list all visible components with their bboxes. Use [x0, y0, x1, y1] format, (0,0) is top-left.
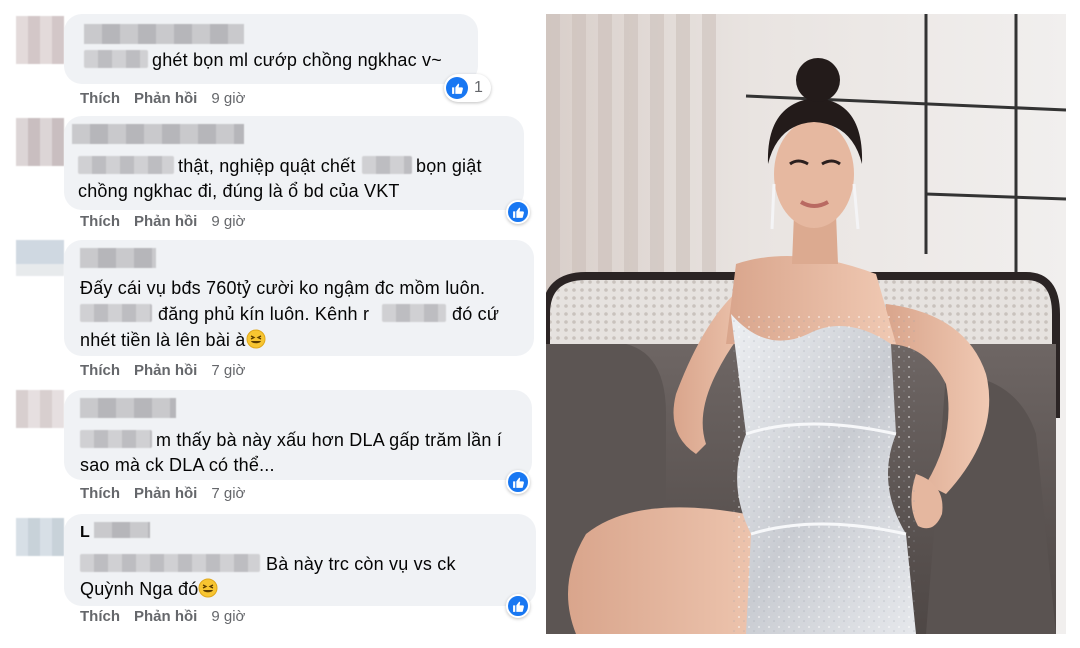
avatar[interactable] — [16, 240, 64, 276]
comment-text-line: sao mà ck DLA có thể... — [80, 455, 275, 475]
comment-actions: Thích Phản hồi 9 giờ — [80, 608, 245, 625]
like-link[interactable]: Thích — [80, 362, 120, 379]
author-name-blurred[interactable] — [72, 124, 244, 144]
comment-bubble: L Bà này trc còn vụ vs ck Quỳnh Nga đó — [64, 514, 536, 606]
reply-link[interactable]: Phản hồi — [134, 608, 197, 625]
comment-actions: Thích Phản hồi 7 giờ — [80, 362, 245, 379]
comment-text-line: thật, nghiệp quật chết — [178, 156, 356, 176]
author-name-blurred[interactable] — [80, 248, 156, 268]
redacted-text — [382, 304, 446, 322]
photo-woman-silver-gown — [546, 14, 1066, 634]
comment-actions: Thích Phản hồi 9 giờ — [80, 90, 245, 107]
redacted-text — [80, 430, 152, 448]
comment-text-line: Bà này trc còn vụ vs ck — [266, 554, 456, 574]
thumbs-up-icon[interactable] — [506, 200, 530, 224]
comment-5: L Bà này trc còn vụ vs ck Quỳnh Nga đó T… — [0, 508, 538, 648]
author-name-partial[interactable]: L — [80, 520, 90, 545]
timestamp[interactable]: 9 giờ — [211, 608, 245, 625]
reply-link[interactable]: Phản hồi — [134, 213, 197, 230]
comment-text-line: Đấy cái vụ bđs 760tỷ cười ko ngậm đc mồm… — [80, 278, 486, 298]
redacted-text — [84, 50, 148, 68]
redacted-text — [80, 304, 152, 322]
comment-text-line: m thấy bà này xấu hơn DLA gấp trăm lần í — [156, 430, 502, 450]
comment-3: Đấy cái vụ bđs 760tỷ cười ko ngậm đc mồm… — [0, 234, 538, 386]
comment-1: ghét bọn ml cướp chồng ngkhac v~ 1 Thích… — [0, 0, 538, 120]
comment-text-line: bọn giật — [416, 156, 482, 176]
thumbs-up-icon — [446, 77, 468, 99]
reply-link[interactable]: Phản hồi — [134, 362, 197, 379]
avatar[interactable] — [16, 390, 64, 428]
reaction-count[interactable]: 1 — [444, 74, 491, 102]
author-name-blurred[interactable] — [94, 522, 150, 538]
comment-text-fragment: nhét tiền là lên bài à — [80, 330, 246, 350]
comment-2: thật, nghiệp quật chết bọn giật chồng ng… — [0, 112, 538, 240]
comment-bubble: thật, nghiệp quật chết bọn giật chồng ng… — [64, 116, 524, 210]
comment-text-line: đăng phủ kín luôn. Kênh r — [158, 304, 370, 324]
timestamp[interactable]: 7 giờ — [211, 485, 245, 502]
comment-text-line: đó cứ — [452, 304, 500, 324]
comment-actions: Thích Phản hồi 9 giờ — [80, 213, 245, 230]
author-name-blurred[interactable] — [84, 24, 244, 44]
reply-link[interactable]: Phản hồi — [134, 90, 197, 107]
comment-text: ghét bọn ml cướp chồng ngkhac v~ — [152, 50, 442, 70]
reply-link[interactable]: Phản hồi — [134, 485, 197, 502]
author-name-blurred[interactable] — [80, 398, 176, 418]
photo-illustration — [546, 14, 1066, 634]
avatar[interactable] — [16, 518, 64, 556]
thumbs-up-icon[interactable] — [506, 470, 530, 494]
comment-actions: Thích Phản hồi 7 giờ — [80, 485, 245, 502]
comment-bubble: ghét bọn ml cướp chồng ngkhac v~ — [64, 14, 478, 84]
comment-4: m thấy bà này xấu hơn DLA gấp trăm lần í… — [0, 384, 538, 510]
thumbs-up-icon[interactable] — [506, 594, 530, 618]
grinning-squinting-face-emoji — [246, 329, 266, 349]
timestamp[interactable]: 9 giờ — [211, 213, 245, 230]
comment-text-line: nhét tiền là lên bài à — [80, 328, 266, 353]
like-link[interactable]: Thích — [80, 213, 120, 230]
redacted-text — [80, 554, 260, 572]
grinning-squinting-face-emoji — [198, 578, 218, 598]
timestamp[interactable]: 7 giờ — [211, 362, 245, 379]
redacted-text — [78, 156, 174, 174]
timestamp[interactable]: 9 giờ — [211, 90, 245, 107]
comment-bubble: Đấy cái vụ bđs 760tỷ cười ko ngậm đc mồm… — [64, 240, 534, 356]
like-link[interactable]: Thích — [80, 485, 120, 502]
avatar[interactable] — [16, 16, 64, 64]
comment-text-fragment: Quỳnh Nga đó — [80, 579, 199, 599]
comment-thread: ghét bọn ml cướp chồng ngkhac v~ 1 Thích… — [0, 0, 538, 648]
comment-text-line: Quỳnh Nga đó — [80, 577, 218, 602]
comment-text-line: chồng ngkhac đi, đúng là ổ bd của VKT — [78, 181, 400, 201]
like-link[interactable]: Thích — [80, 608, 120, 625]
reaction-count-label: 1 — [474, 79, 483, 96]
like-link[interactable]: Thích — [80, 90, 120, 107]
avatar[interactable] — [16, 118, 64, 166]
redacted-text — [362, 156, 412, 174]
comment-bubble: m thấy bà này xấu hơn DLA gấp trăm lần í… — [64, 390, 532, 480]
